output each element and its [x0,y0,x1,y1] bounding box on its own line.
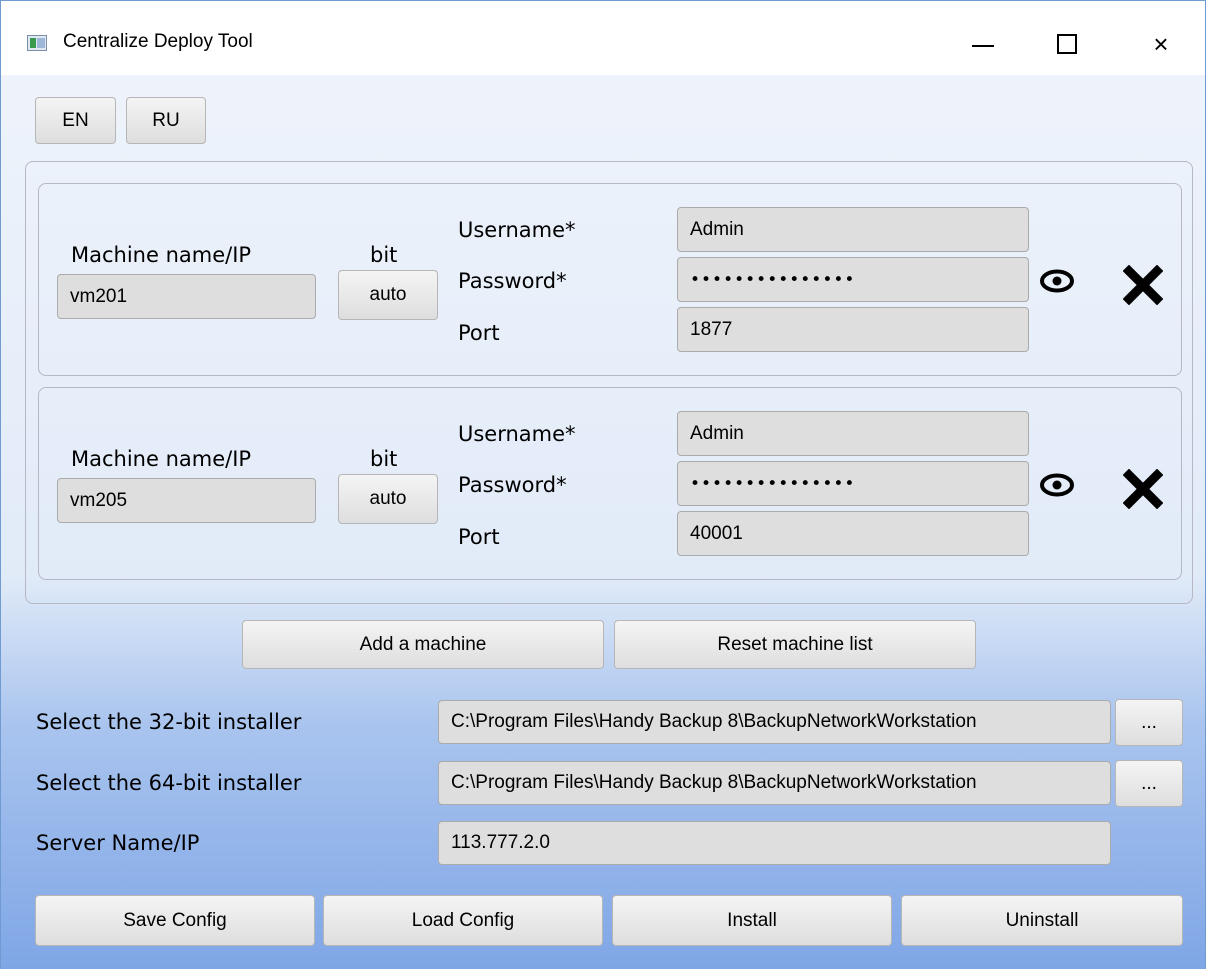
username-label: Username* [458,218,576,242]
eye-icon[interactable] [1040,473,1074,497]
maximize-button[interactable] [1035,19,1099,69]
close-icon: × [1153,28,1169,59]
minimize-button[interactable] [951,19,1015,69]
eye-icon[interactable] [1040,269,1074,293]
close-button[interactable]: × [1129,19,1193,69]
password-label: Password* [458,269,567,293]
add-machine-button[interactable]: Add a machine [242,620,604,669]
remove-machine-x-icon[interactable] [1123,265,1163,305]
install-button[interactable]: Install [612,895,892,946]
machine-name-label: Machine name/IP [71,243,252,267]
server-input[interactable]: 113.777.2.0 [438,821,1111,865]
installer-64-label: Select the 64-bit installer [36,771,302,795]
installer-32-input[interactable]: C:\Program Files\Handy Backup 8\BackupNe… [438,700,1111,744]
password-input[interactable]: ••••••••••••••• [677,257,1029,302]
port-input[interactable]: 40001 [677,511,1029,556]
username-input[interactable]: Admin [677,411,1029,456]
browse-64-button[interactable]: ... [1115,760,1183,807]
installer-64-input[interactable]: C:\Program Files\Handy Backup 8\BackupNe… [438,761,1111,805]
password-label: Password* [458,473,567,497]
bit-auto-button[interactable]: auto [338,270,438,320]
installer-32-label: Select the 32-bit installer [36,710,302,734]
password-input[interactable]: ••••••••••••••• [677,461,1029,506]
port-label: Port [458,321,500,345]
username-label: Username* [458,422,576,446]
remove-machine-x-icon[interactable] [1123,469,1163,509]
maximize-icon [1057,34,1077,54]
reset-machine-list-button[interactable]: Reset machine list [614,620,976,669]
lang-ru-button[interactable]: RU [126,97,206,144]
machine-name-input[interactable]: vm205 [57,478,316,523]
uninstall-button[interactable]: Uninstall [901,895,1183,946]
username-input[interactable]: Admin [677,207,1029,252]
window-title: Centralize Deploy Tool [63,31,253,52]
bit-label: bit [370,243,398,267]
app-icon [27,35,47,51]
machine-name-label: Machine name/IP [71,447,252,471]
port-input[interactable]: 1877 [677,307,1029,352]
minimize-icon [972,45,994,47]
app-window: Centralize Deploy Tool × EN RU Machine n… [0,0,1206,969]
bit-auto-button[interactable]: auto [338,474,438,524]
load-config-button[interactable]: Load Config [323,895,603,946]
bit-label: bit [370,447,398,471]
lang-en-button[interactable]: EN [35,97,116,144]
machine-name-input[interactable]: vm201 [57,274,316,319]
server-label: Server Name/IP [36,831,200,855]
title-bar[interactable]: Centralize Deploy Tool × [1,1,1205,75]
port-label: Port [458,525,500,549]
browse-32-button[interactable]: ... [1115,699,1183,746]
save-config-button[interactable]: Save Config [35,895,315,946]
